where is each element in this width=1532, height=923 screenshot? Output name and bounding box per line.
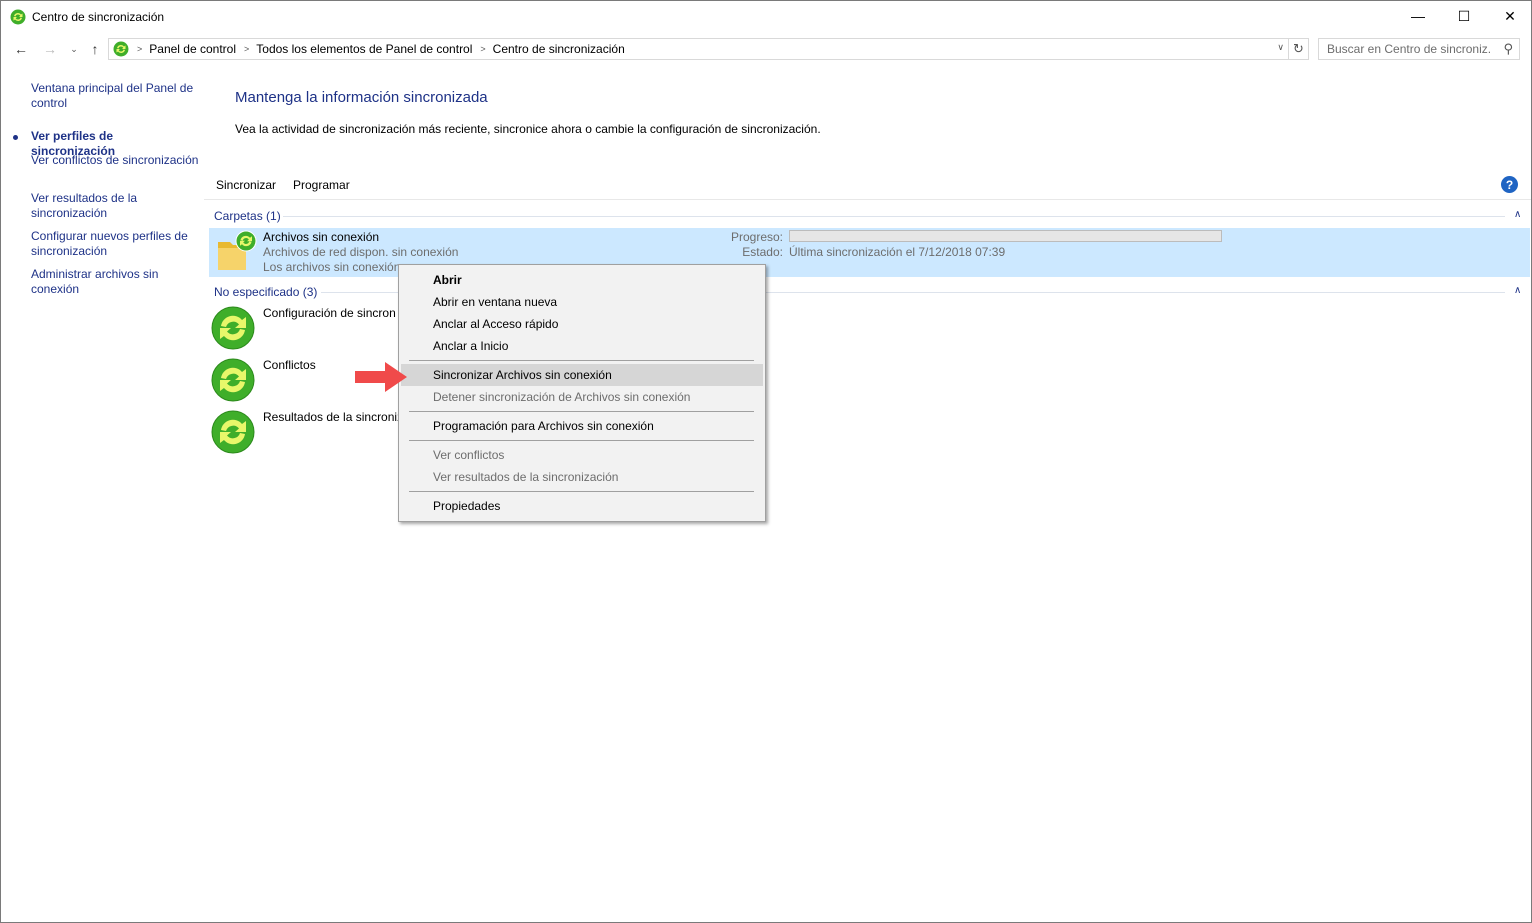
breadcrumb-centro-de-sincronizacion[interactable]: Centro de sincronización <box>493 42 625 56</box>
progress-label: Progreso: <box>730 230 783 244</box>
menu-separator <box>409 440 754 441</box>
help-icon[interactable]: ? <box>1501 176 1518 193</box>
sync-icon <box>211 306 255 350</box>
red-arrow-icon <box>355 362 407 392</box>
chevron-right-icon[interactable]: > <box>480 44 485 54</box>
sync-center-icon <box>10 9 26 25</box>
schedule-button[interactable]: Programar <box>293 178 350 192</box>
sync-button[interactable]: Sincronizar <box>216 178 276 192</box>
sidebar: Ventana principal del Panel de control V… <box>1 63 201 923</box>
group-divider <box>283 216 1505 217</box>
menu-item-properties[interactable]: Propiedades <box>401 495 763 517</box>
menu-separator <box>409 360 754 361</box>
up-arrow-icon[interactable]: ↑ <box>86 39 104 59</box>
page-description: Vea la actividad de sincronización más r… <box>235 122 821 136</box>
search-box[interactable]: ⚲ <box>1318 38 1520 60</box>
maximize-button[interactable]: ☐ <box>1441 1 1487 31</box>
sync-icon <box>211 410 255 454</box>
chevron-right-icon[interactable]: > <box>244 44 249 54</box>
menu-item-view-results: Ver resultados de la sincronización <box>433 470 619 484</box>
item-description: Los archivos sin conexión <box>263 260 401 274</box>
sidebar-item-manage-offline-files[interactable]: Administrar archivos sin conexión <box>31 267 199 297</box>
menu-item-stop-sync: Detener sincronización de Archivos sin c… <box>433 390 691 404</box>
group-header-carpetas[interactable]: Carpetas (1) <box>214 209 281 223</box>
search-icon[interactable]: ⚲ <box>1503 41 1513 57</box>
menu-separator <box>409 411 754 412</box>
breadcrumb-panel-de-control[interactable]: Panel de control <box>149 42 236 56</box>
current-page-bullet-icon <box>13 135 18 140</box>
item-description: Archivos de red dispon. sin conexión <box>263 245 459 259</box>
minimize-button[interactable]: — <box>1395 1 1441 31</box>
navigation-bar: ← → ⌄ ↑ > Panel de control > Todos los e… <box>1 35 1531 63</box>
sidebar-item-control-panel-home[interactable]: Ventana principal del Panel de control <box>31 81 199 111</box>
collapse-chevron-icon[interactable]: ∧ <box>1514 285 1521 296</box>
menu-item-schedule[interactable]: Programación para Archivos sin conexión <box>401 415 763 437</box>
recent-locations-chevron-icon[interactable]: ⌄ <box>65 39 83 59</box>
search-input[interactable] <box>1327 42 1492 56</box>
collapse-chevron-icon[interactable]: ∧ <box>1514 209 1521 220</box>
menu-item-open[interactable]: Abrir <box>401 269 763 291</box>
breadcrumb: > Panel de control > Todos los elementos… <box>135 42 625 56</box>
menu-separator <box>409 491 754 492</box>
chevron-right-icon: > <box>137 44 143 54</box>
sidebar-item-view-sync-results[interactable]: Ver resultados de la sincronización <box>31 191 199 221</box>
folder-sync-icon <box>218 230 257 270</box>
command-bar: Sincronizar Programar ? <box>204 173 1531 200</box>
breadcrumb-todos-los-elementos[interactable]: Todos los elementos de Panel de control <box>256 42 472 56</box>
page-title: Mantenga la información sincronizada <box>235 89 488 106</box>
refresh-icon[interactable]: ↻ <box>1289 38 1309 60</box>
menu-item-pin-start[interactable]: Anclar a Inicio <box>401 335 763 357</box>
sync-center-icon <box>113 41 129 57</box>
window-title: Centro de sincronización <box>32 10 165 24</box>
sync-center-window: Centro de sincronización — ☐ ✕ ← → ⌄ ↑ >… <box>0 0 1532 923</box>
close-button[interactable]: ✕ <box>1487 1 1532 31</box>
back-arrow-icon[interactable]: ← <box>12 39 30 59</box>
list-item-sync-results[interactable]: Resultados de la sincroniz <box>263 410 403 424</box>
list-item-conflicts[interactable]: Conflictos <box>263 358 316 372</box>
status-value: Última sincronización el 7/12/2018 07:39 <box>789 245 1006 259</box>
menu-item-sync-offline-files[interactable]: Sincronizar Archivos sin conexión <box>401 364 763 386</box>
title-bar: Centro de sincronización — ☐ ✕ <box>1 1 1531 33</box>
list-item-sync-setup[interactable]: Configuración de sincron <box>263 306 396 320</box>
sync-icon <box>211 358 255 402</box>
group-header-no-especificado[interactable]: No especificado (3) <box>214 285 317 299</box>
sidebar-item-setup-new-partnerships[interactable]: Configurar nuevos perfiles de sincroniza… <box>31 229 199 259</box>
address-bar[interactable]: > Panel de control > Todos los elementos… <box>108 38 1289 60</box>
menu-item-open-new-window[interactable]: Abrir en ventana nueva <box>401 291 763 313</box>
sync-progress-bar <box>789 230 1222 242</box>
status-label: Estado: <box>742 245 783 259</box>
menu-item-view-conflicts: Ver conflictos <box>433 448 505 462</box>
forward-arrow-icon[interactable]: → <box>41 39 59 59</box>
sidebar-item-view-sync-conflicts[interactable]: Ver conflictos de sincronización <box>31 153 199 168</box>
context-menu: Abrir Abrir en ventana nueva Anclar al A… <box>398 264 766 522</box>
item-name: Archivos sin conexión <box>263 230 380 244</box>
menu-item-pin-quick-access[interactable]: Anclar al Acceso rápido <box>401 313 763 335</box>
address-dropdown-chevron-icon[interactable]: ∨ <box>1277 42 1284 53</box>
